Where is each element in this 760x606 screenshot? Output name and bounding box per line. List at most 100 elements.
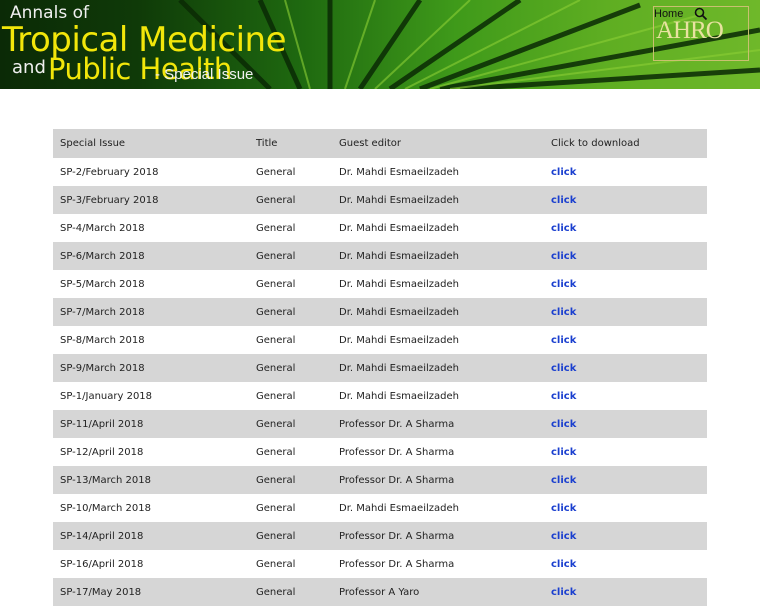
title-cell: General [249,438,332,466]
table-row: SP-7/March 2018 General Dr. Mahdi Esmaeilz… [53,298,707,326]
issue-cell: SP-4/March 2018 [53,214,249,242]
issue-cell: SP-3/February 2018 [53,186,249,214]
download-cell: click [544,158,707,186]
search-icon[interactable] [694,7,708,21]
download-link[interactable]: click [551,195,576,206]
download-link[interactable]: click [551,531,576,542]
table-row: SP-13/March 2018 General Professor Dr. A S… [53,466,707,494]
table-row: SP-9/March 2018 General Dr. Mahdi Esmaeilz… [53,354,707,382]
download-link[interactable]: click [551,279,576,290]
download-link[interactable]: click [551,391,576,402]
header-title: Title [249,129,332,158]
table-row: SP-2/February 2018 General Dr. Mahdi Esmae… [53,158,707,186]
download-cell: click [544,298,707,326]
editor-cell: Dr. Mahdi Esmaeilzadeh [332,326,544,354]
title-cell: General [249,214,332,242]
table-row: SP-12/April 2018 General Professor Dr. A S… [53,438,707,466]
ahro-logo: AHRO [656,17,724,44]
editor-cell: Dr. Mahdi Esmaeilzadeh [332,494,544,522]
editor-cell: Professor Dr. A Sharma [332,522,544,550]
title-cell: General [249,242,332,270]
table-row: SP-14/April 2018 General Professor Dr. A S… [53,522,707,550]
download-link[interactable]: click [551,503,576,514]
title-cell: General [249,466,332,494]
title-cell: General [249,158,332,186]
editor-cell: Professor Dr. A Sharma [332,550,544,578]
title-cell: General [249,522,332,550]
title-cell: General [249,410,332,438]
download-cell: click [544,354,707,382]
title-cell: General [249,494,332,522]
download-link[interactable]: click [551,251,576,262]
special-issue-label: - Special Issue [155,66,254,83]
download-cell: click [544,186,707,214]
download-cell: click [544,326,707,354]
download-cell: click [544,270,707,298]
download-cell: click [544,242,707,270]
download-link[interactable]: click [551,335,576,346]
issue-cell: SP-12/April 2018 [53,438,249,466]
issue-cell: SP-11/April 2018 [53,410,249,438]
download-link[interactable]: click [551,419,576,430]
table-row: SP-10/March 2018 General Dr. Mahdi Esmaeil… [53,494,707,522]
table-row: SP-1/January 2018 General Dr. Mahdi Esmaei… [53,382,707,410]
download-cell: click [544,438,707,466]
table-row: SP-16/April 2018 General Professor Dr. A S… [53,550,707,578]
header-special-issue: Special Issue [53,129,249,158]
header-banner: Annals of Tropical Medicine and Public H… [0,0,760,89]
table-row: SP-6/March 2018 General Dr. Mahdi Esmaeilz… [53,242,707,270]
download-cell: click [544,466,707,494]
header-guest-editor: Guest editor [332,129,544,158]
issue-cell: SP-2/February 2018 [53,158,249,186]
home-link[interactable]: Home [654,8,683,20]
table-row: SP-4/March 2018 General Dr. Mahdi Esmaeilz… [53,214,707,242]
download-link[interactable]: click [551,167,576,178]
download-link[interactable]: click [551,587,576,598]
issue-cell: SP-7/March 2018 [53,298,249,326]
download-cell: click [544,550,707,578]
download-link[interactable]: click [551,447,576,458]
table-row: SP-8/March 2018 General Dr. Mahdi Esmaeilz… [53,326,707,354]
issue-cell: SP-16/April 2018 [53,550,249,578]
issue-cell: SP-13/March 2018 [53,466,249,494]
editor-cell: Dr. Mahdi Esmaeilzadeh [332,298,544,326]
title-cell: General [249,382,332,410]
title-cell: General [249,186,332,214]
editor-cell: Professor Dr. A Sharma [332,410,544,438]
download-link[interactable]: click [551,475,576,486]
table-row: SP-5/March 2018 General Dr. Mahdi Esmaeilz… [53,270,707,298]
editor-cell: Dr. Mahdi Esmaeilzadeh [332,270,544,298]
title-cell: General [249,298,332,326]
download-link[interactable]: click [551,363,576,374]
issue-cell: SP-9/March 2018 [53,354,249,382]
title-cell: General [249,326,332,354]
editor-cell: Professor Dr. A Sharma [332,466,544,494]
download-cell: click [544,382,707,410]
editor-cell: Professor Dr. A Sharma [332,438,544,466]
table-row: SP-11/April 2018 General Professor Dr. A S… [53,410,707,438]
editor-cell: Dr. Mahdi Esmaeilzadeh [332,354,544,382]
title-cell: General [249,354,332,382]
download-link[interactable]: click [551,307,576,318]
issue-cell: SP-1/January 2018 [53,382,249,410]
title-cell: General [249,270,332,298]
editor-cell: Dr. Mahdi Esmaeilzadeh [332,382,544,410]
table-header-row: Special Issue Title Guest editor Click t… [53,129,707,158]
editor-cell: Professor A Yaro [332,578,544,606]
title-cell: General [249,578,332,606]
journal-title-and: and [12,57,46,78]
header-download: Click to download [544,129,707,158]
download-link[interactable]: click [551,223,576,234]
issue-cell: SP-8/March 2018 [53,326,249,354]
table-row: SP-17/May 2018 General Professor A Yaro cli… [53,578,707,606]
download-cell: click [544,522,707,550]
download-link[interactable]: click [551,559,576,570]
download-cell: click [544,214,707,242]
special-issues-table-wrapper: Special Issue Title Guest editor Click t… [53,129,707,606]
issue-cell: SP-17/May 2018 [53,578,249,606]
editor-cell: Dr. Mahdi Esmaeilzadeh [332,214,544,242]
title-cell: General [249,550,332,578]
download-cell: click [544,410,707,438]
special-issues-table: Special Issue Title Guest editor Click t… [53,129,707,606]
editor-cell: Dr. Mahdi Esmaeilzadeh [332,186,544,214]
